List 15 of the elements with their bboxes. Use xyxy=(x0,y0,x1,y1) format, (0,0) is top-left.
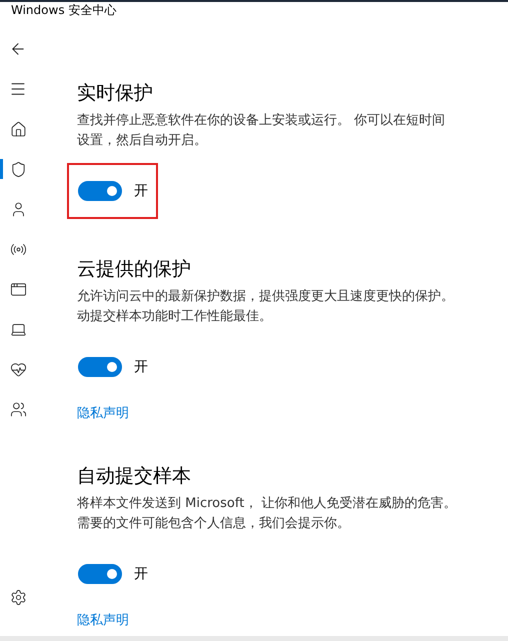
section-title: 自动提交样本 xyxy=(77,464,192,489)
privacy-link[interactable]: 隐私声明 xyxy=(77,611,508,629)
section-title: 云提供的保护 xyxy=(77,257,192,282)
description-text: 查找并停止恶意软件在你的设备上安装或运行。 你可以在短时间 xyxy=(77,112,446,130)
window-title: Windows 安全中心 xyxy=(11,2,116,19)
description-text: 允许访问云中的最新保护数据，提供强度更大且速度更快的保护。 xyxy=(77,288,455,306)
description-text: 动提交样本功能时工作性能最佳。 xyxy=(77,308,273,326)
toggle-label: 开 xyxy=(134,182,148,200)
privacy-link[interactable]: 隐私声明 xyxy=(77,404,508,422)
toggle-label: 开 xyxy=(134,565,148,583)
description-text: 需要的文件可能包含个人信息，我们会提示你。 xyxy=(77,515,351,533)
toggle-label: 开 xyxy=(134,358,148,376)
description-text: 设置，然后自动开启。 xyxy=(77,132,208,150)
description-text: 将样本文件发送到 Microsoft， 让你和他人免受潜在威胁的危害。 xyxy=(77,495,458,513)
section-title: 实时保护 xyxy=(77,81,154,106)
